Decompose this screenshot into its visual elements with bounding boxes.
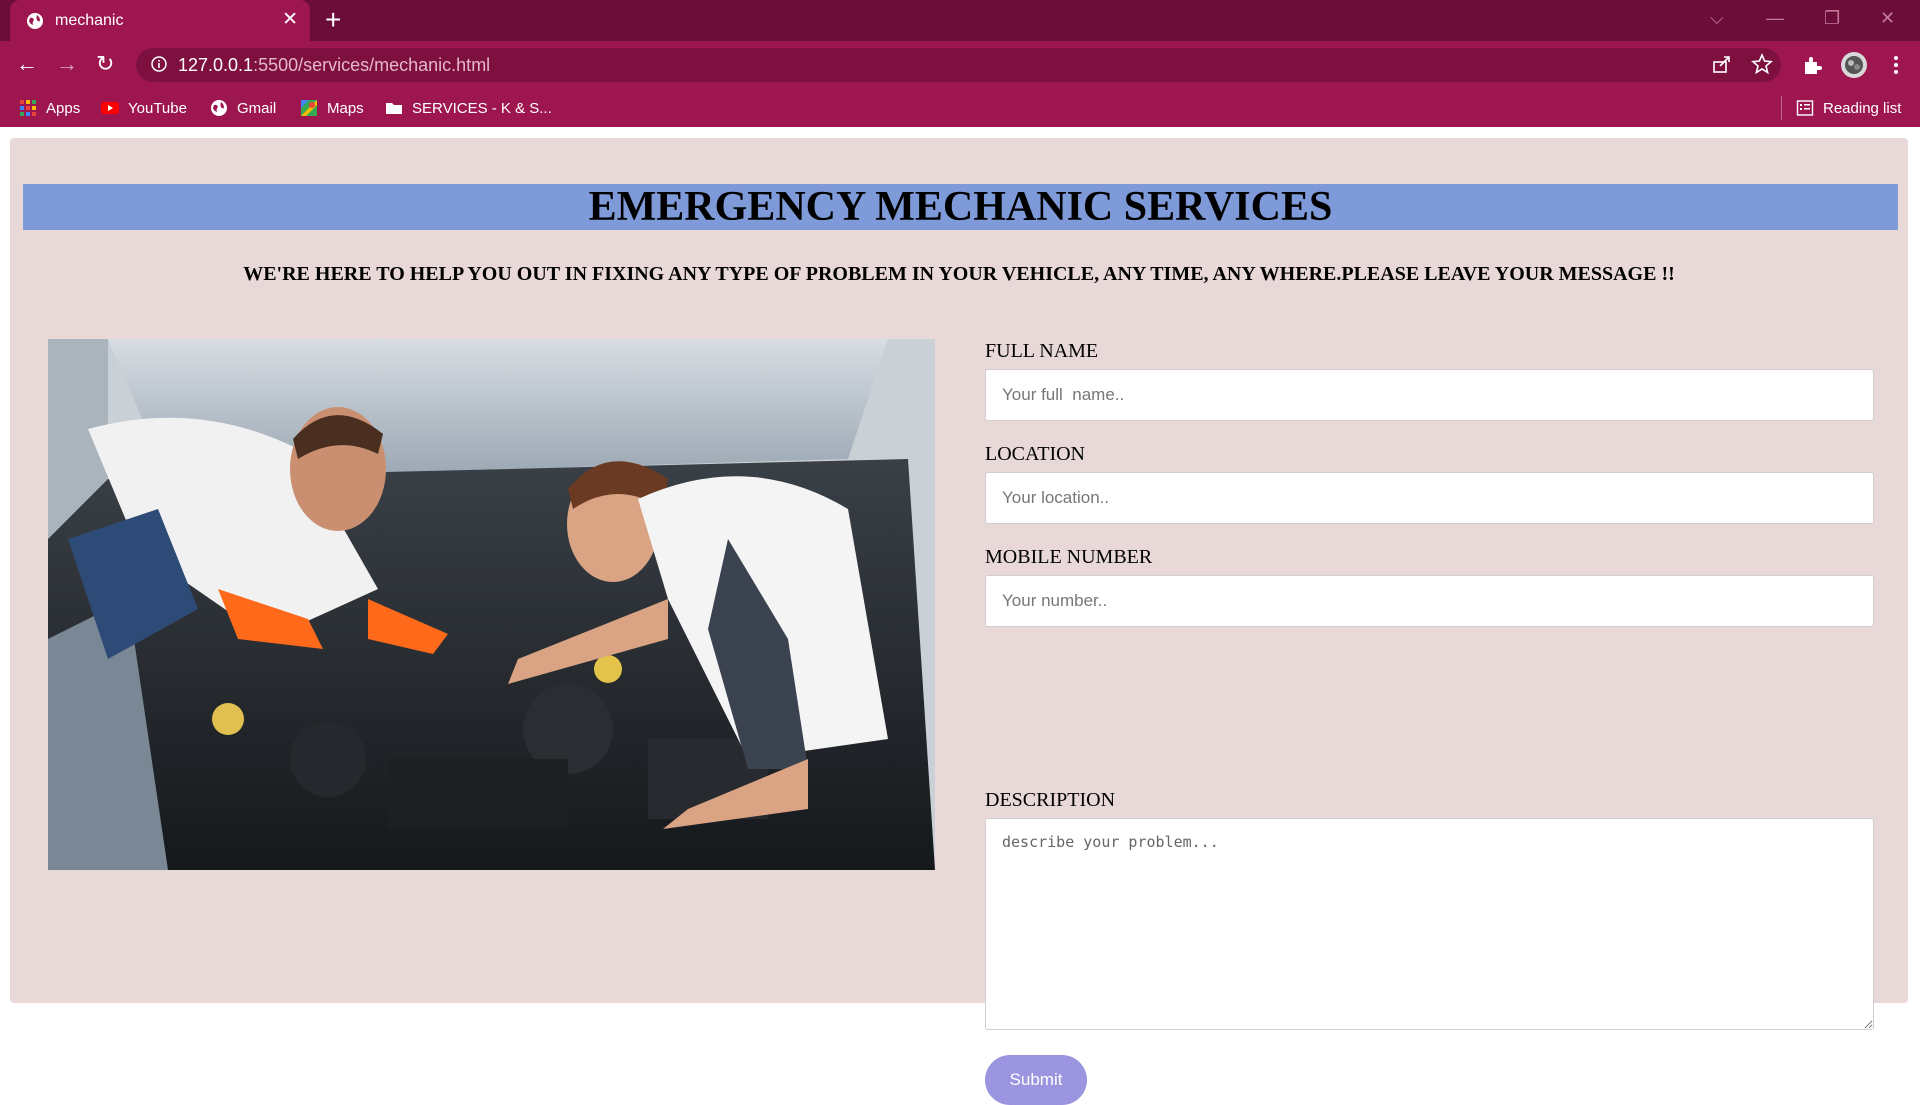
bookmark-star-icon[interactable] bbox=[1751, 53, 1773, 75]
maps-icon bbox=[301, 100, 317, 116]
avatar[interactable] bbox=[1840, 51, 1868, 79]
page-banner: EMERGENCY MECHANIC SERVICES bbox=[23, 184, 1898, 230]
bookmark-youtube[interactable]: YouTube bbox=[101, 98, 187, 118]
globe-icon bbox=[27, 13, 43, 29]
back-icon[interactable]: ← bbox=[16, 51, 38, 77]
mechanics-photo bbox=[48, 339, 935, 870]
bookmark-apps[interactable]: Apps bbox=[19, 98, 80, 118]
page-title: EMERGENCY MECHANIC SERVICES bbox=[588, 184, 1333, 230]
bookmark-label: Gmail bbox=[237, 99, 277, 117]
submit-button[interactable]: Submit bbox=[985, 1055, 1087, 1105]
tab-title: mechanic bbox=[55, 12, 124, 29]
restore-icon[interactable]: ❐ bbox=[1824, 8, 1840, 28]
tab-search-icon[interactable]: ⌵ bbox=[1710, 8, 1724, 28]
location-label: LOCATION bbox=[985, 443, 1085, 465]
share-icon[interactable] bbox=[1711, 53, 1733, 75]
new-tab-icon[interactable]: + bbox=[325, 6, 341, 34]
reading-list-icon bbox=[1796, 100, 1814, 116]
bookmarks-bar: Apps YouTube Gmail Maps SERVICES - K & S… bbox=[0, 89, 1920, 127]
extensions-icon[interactable] bbox=[1800, 53, 1824, 77]
tab-close-icon[interactable]: ✕ bbox=[282, 10, 298, 30]
site-info-icon[interactable] bbox=[151, 56, 167, 72]
mechanics-illustration bbox=[48, 339, 935, 870]
bookmark-label: Maps bbox=[327, 99, 364, 117]
forward-icon[interactable]: → bbox=[56, 51, 78, 77]
bookmark-maps[interactable]: Maps bbox=[300, 98, 364, 118]
menu-kebab-icon[interactable] bbox=[1884, 53, 1908, 77]
bookmark-gmail[interactable]: Gmail bbox=[210, 98, 276, 118]
bookmark-label: YouTube bbox=[128, 99, 187, 117]
reading-list-button[interactable]: Reading list bbox=[1796, 98, 1901, 118]
location-input[interactable] bbox=[985, 472, 1874, 524]
globe-icon bbox=[211, 100, 227, 116]
page-container: EMERGENCY MECHANIC SERVICES WE'RE HERE T… bbox=[10, 138, 1908, 1105]
mobile-number-input[interactable] bbox=[985, 575, 1874, 627]
apps-grid-icon bbox=[20, 100, 36, 116]
full-name-input[interactable] bbox=[985, 369, 1874, 421]
minimize-icon[interactable]: — bbox=[1766, 8, 1784, 28]
url-text[interactable]: 127.0.0.1:5500/services/mechanic.html bbox=[178, 55, 490, 76]
address-bar[interactable]: 127.0.0.1:5500/services/mechanic.html bbox=[136, 48, 1781, 82]
reading-list-label: Reading list bbox=[1823, 99, 1902, 117]
window-close-icon[interactable]: ✕ bbox=[1880, 8, 1895, 28]
page-viewport: EMERGENCY MECHANIC SERVICES WE'RE HERE T… bbox=[0, 127, 1920, 1105]
page-tagline: WE'RE HERE TO HELP YOU OUT IN FIXING ANY… bbox=[243, 263, 1675, 285]
bookmarks-divider bbox=[1781, 96, 1782, 120]
youtube-icon bbox=[101, 102, 119, 114]
description-label: DESCRIPTION bbox=[985, 789, 1116, 811]
browser-toolbar: ← → ↻ 127.0.0.1:5500/services/mechanic.h… bbox=[0, 41, 1920, 89]
mobile-number-label: MOBILE NUMBER bbox=[985, 546, 1153, 568]
bookmark-label: SERVICES - K & S... bbox=[412, 99, 552, 117]
browser-tab[interactable]: mechanic ✕ bbox=[10, 0, 310, 41]
description-textarea[interactable] bbox=[985, 818, 1874, 1030]
folder-icon bbox=[386, 103, 402, 114]
bookmark-services-folder[interactable]: SERVICES - K & S... bbox=[385, 98, 552, 118]
full-name-label: FULL NAME bbox=[985, 340, 1099, 362]
browser-tab-strip: mechanic ✕ + ⌵ — ❐ ✕ bbox=[0, 0, 1920, 41]
bookmark-label: Apps bbox=[46, 99, 81, 117]
reload-icon[interactable]: ↻ bbox=[96, 51, 114, 77]
